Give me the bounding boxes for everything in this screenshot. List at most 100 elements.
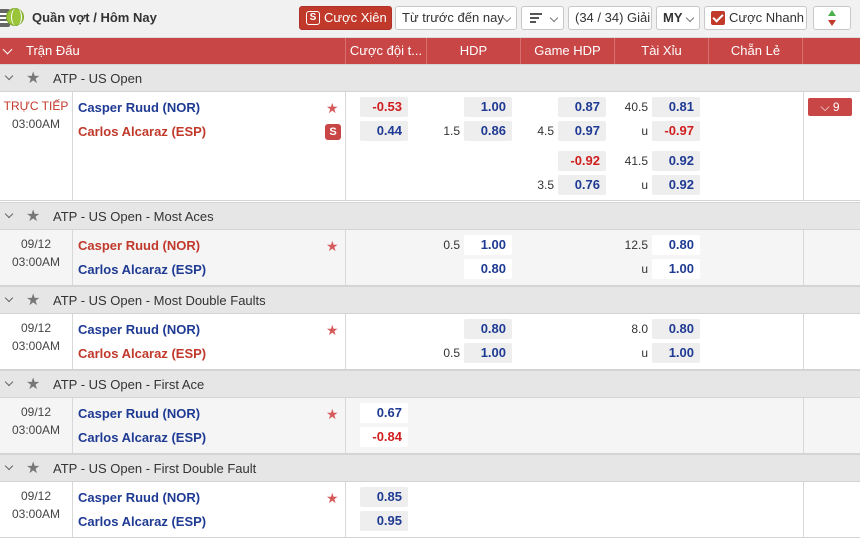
league-header[interactable]: ★ ATP - US Open - Most Double Faults [0,286,860,314]
league-header[interactable]: ★ ATP - US Open - First Ace [0,370,860,398]
match-row: 09/12 03:00AM Casper Ruud (NOR) Carlos A… [0,398,860,454]
league-header[interactable]: ★ ATP - US Open - First Double Fault [0,454,860,482]
chevron-down-icon[interactable] [4,209,14,219]
chevron-down-icon [549,13,559,23]
away-team: Carlos Alcaraz (ESP) [78,262,207,277]
hdp-line: 0.5 [443,238,460,252]
game-hdp-away-odd[interactable]: 0.97 [558,121,606,141]
hdp-away-odd[interactable]: 0.86 [464,121,512,141]
sort-dropdown[interactable] [521,6,564,30]
parlay-label: Cược Xiên [324,10,387,25]
winner-home-odd[interactable]: 0.67 [360,403,408,423]
ou-under-odd-alt[interactable]: 0.92 [652,175,700,195]
hdp-away-odd[interactable]: 0.80 [464,259,512,279]
match-time: 09/12 03:00AM [11,489,61,521]
chevron-down-icon[interactable] [2,44,13,55]
column-game-hdp: Game HDP [521,38,615,64]
ou-line: 8.0 [631,322,648,336]
chevron-down-icon [685,13,695,23]
ou-line: 40.5 [624,100,648,114]
star-icon[interactable]: ★ [26,290,40,310]
home-team: Casper Ruud (NOR) [78,490,201,505]
arrow-down-icon [828,20,836,26]
chevron-down-icon[interactable] [4,377,14,387]
game-hdp-line-alt: 3.5 [537,178,554,192]
live-stream-icon[interactable]: S [325,124,341,140]
hdp-away-odd[interactable]: 1.00 [464,343,512,363]
ou-under-marker: u [641,346,648,360]
column-hdp: HDP [427,38,521,64]
column-over-under: Tài Xỉu [615,38,709,64]
favorite-star-icon[interactable]: ★ [326,490,339,507]
time-filter-value: Từ trước đến nay [402,10,504,25]
winner-away-odd[interactable]: 0.44 [360,121,408,141]
match-row: TRỰC TIẾP 03:00AM Casper Ruud (NOR) Carl… [0,92,860,201]
arrow-up-icon [828,10,836,16]
ou-over-odd[interactable]: 0.80 [652,235,700,255]
ou-under-marker-alt: u [641,178,648,192]
parlay-s-icon: S [306,11,320,25]
odds-refresh-button[interactable] [813,6,851,30]
sort-icon [530,13,542,23]
away-team: Carlos Alcaraz (ESP) [78,514,207,529]
hdp-home-odd[interactable]: 0.80 [464,319,512,339]
match-time: 09/12 03:00AM [11,321,61,353]
tennis-ball-icon [6,8,24,26]
favorite-star-icon[interactable]: ★ [326,238,339,255]
favorite-star-icon[interactable]: ★ [326,100,339,117]
home-team: Casper Ruud (NOR) [78,238,201,253]
game-hdp-away-odd-alt[interactable]: 0.76 [558,175,606,195]
away-team: Carlos Alcaraz (ESP) [78,430,207,445]
parlay-button[interactable]: S Cược Xiên [299,6,392,30]
time-filter-dropdown[interactable]: Từ trước đến nay [395,6,517,30]
chevron-down-icon[interactable] [4,293,14,303]
game-hdp-home-odd-alt[interactable]: -0.92 [558,151,606,171]
ou-under-odd[interactable]: 1.00 [652,259,700,279]
chevron-down-icon[interactable] [4,461,14,471]
star-icon[interactable]: ★ [26,206,40,226]
ou-under-odd[interactable]: 1.00 [652,343,700,363]
winner-home-odd[interactable]: 0.85 [360,487,408,507]
odds-type-value: MY [663,10,683,25]
league-title: ATP - US Open - First Ace [53,377,205,392]
league-title: ATP - US Open - Most Double Faults [53,293,266,308]
hdp-home-odd[interactable]: 1.00 [464,235,512,255]
top-toolbar: Quần vợt / Hôm Nay S Cược Xiên Từ trước … [0,0,860,38]
ou-over-odd[interactable]: 0.80 [652,319,700,339]
winner-home-odd[interactable]: -0.53 [360,97,408,117]
game-hdp-line: 4.5 [537,124,554,138]
league-header[interactable]: ★ ATP - US Open - Most Aces [0,202,860,230]
ou-under-marker: u [641,262,648,276]
favorite-star-icon[interactable]: ★ [326,322,339,339]
ou-line-alt: 41.5 [624,154,648,168]
home-team: Casper Ruud (NOR) [78,406,201,421]
star-icon[interactable]: ★ [26,374,40,394]
winner-away-odd[interactable]: 0.95 [360,511,408,531]
chevron-down-icon [502,13,512,23]
quick-bet-toggle[interactable]: Cược Nhanh [704,6,807,30]
match-time: 09/12 03:00AM [11,405,61,437]
odds-type-dropdown[interactable]: MY [656,6,700,30]
hdp-line: 0.5 [443,346,460,360]
home-team: Casper Ruud (NOR) [78,322,201,337]
column-winner: Cược đội t... [346,38,427,64]
game-hdp-home-odd[interactable]: 0.87 [558,97,606,117]
more-markets-button[interactable]: ⌵ 9 [808,98,852,116]
league-header[interactable]: ★ ATP - US Open [0,64,860,92]
away-team: Carlos Alcaraz (ESP) [78,346,207,361]
ou-over-odd[interactable]: 0.81 [652,97,700,117]
star-icon[interactable]: ★ [26,458,40,478]
ou-under-marker: u [641,124,648,138]
ou-over-odd-alt[interactable]: 0.92 [652,151,700,171]
match-row: 09/12 03:00AM Casper Ruud (NOR) Carlos A… [0,482,860,538]
favorite-star-icon[interactable]: ★ [326,406,339,423]
hdp-line: 1.5 [443,124,460,138]
ou-under-odd[interactable]: -0.97 [652,121,700,141]
league-count-button[interactable]: (34 / 34) Giải [568,6,652,30]
column-match: Trận Đấu [18,38,346,64]
star-icon[interactable]: ★ [26,68,40,88]
hdp-home-odd[interactable]: 1.00 [464,97,512,117]
chevron-down-icon[interactable] [4,71,14,81]
match-time: 09/12 03:00AM [11,237,61,269]
winner-away-odd[interactable]: -0.84 [360,427,408,447]
